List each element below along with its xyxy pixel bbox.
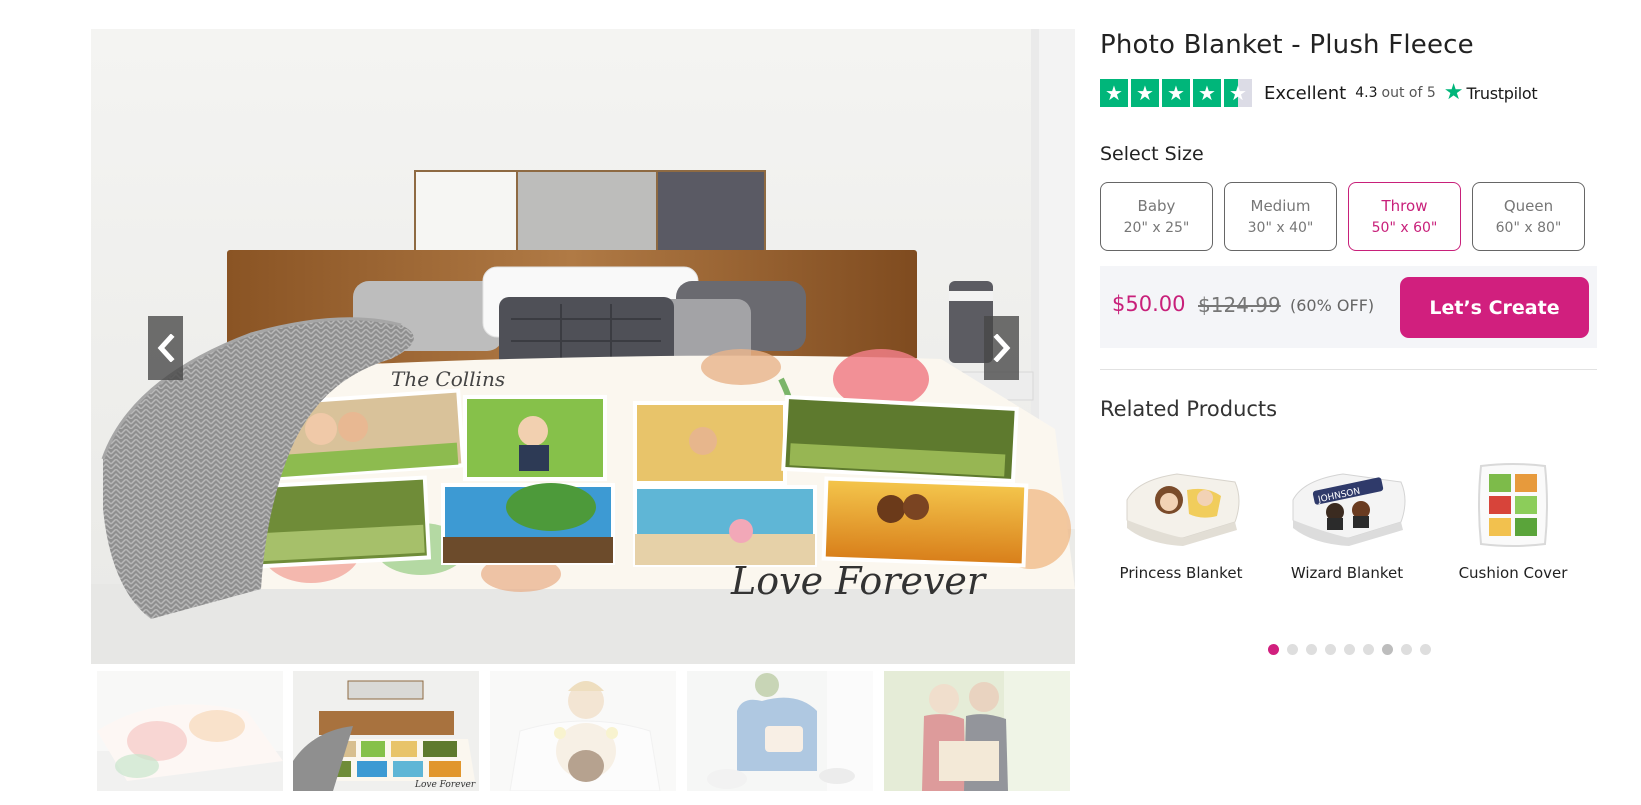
rating-stars: ★ ★ ★ ★ ★ [1100, 79, 1252, 107]
star-icon: ★ [1131, 79, 1159, 107]
rating-label: Excellent [1264, 82, 1347, 104]
sale-price: $50.00 [1112, 292, 1186, 316]
main-caption-top: The Collins [391, 367, 505, 391]
related-product-princess-blanket[interactable]: Princess Blanket [1106, 460, 1256, 582]
pagination-dot[interactable] [1420, 644, 1431, 655]
size-section-label: Select Size [1100, 143, 1204, 165]
related-products-title: Related Products [1100, 397, 1278, 421]
section-divider [1100, 369, 1597, 370]
trustpilot-logo-icon: ★ [1443, 80, 1464, 105]
chevron-right-icon [992, 334, 1010, 362]
trustpilot-brand: Trustpilot [1466, 83, 1538, 103]
pagination-dot[interactable] [1382, 644, 1393, 655]
lets-create-button[interactable]: Let’s Create [1400, 277, 1589, 338]
related-product-name: Princess Blanket [1119, 564, 1243, 582]
star-icon: ★ [1162, 79, 1190, 107]
size-name: Throw [1381, 196, 1428, 215]
related-products-pagination [1268, 644, 1431, 655]
size-dimensions: 60" x 80" [1495, 219, 1562, 236]
main-product-image: The Collins Love Forever [91, 29, 1075, 664]
thumbnail-5[interactable] [884, 671, 1070, 791]
size-dimensions: 30" x 40" [1247, 219, 1314, 236]
size-option-queen[interactable]: Queen 60" x 80" [1472, 182, 1585, 251]
related-product-cushion-cover[interactable]: Cushion Cover [1438, 460, 1588, 582]
thumbnail-strip: Love Forever [97, 671, 1071, 791]
discount-label: (60% OFF) [1290, 296, 1375, 315]
pagination-dot[interactable] [1306, 644, 1317, 655]
thumbnail-4[interactable] [687, 671, 873, 791]
pagination-dot[interactable] [1287, 644, 1298, 655]
size-name: Queen [1503, 196, 1554, 215]
related-product-name: Cushion Cover [1458, 564, 1568, 582]
size-option-throw[interactable]: Throw 50" x 60" [1348, 182, 1461, 251]
star-icon: ★ [1193, 79, 1221, 107]
wizard-blanket-image: JOHNSON [1292, 473, 1406, 546]
pagination-dot[interactable] [1325, 644, 1336, 655]
pagination-dot[interactable] [1268, 644, 1279, 655]
trustpilot-rating[interactable]: ★ ★ ★ ★ ★ Excellent 4.3 out of 5 ★ Trust… [1100, 79, 1538, 107]
thumbnail-3[interactable] [490, 671, 676, 791]
size-name: Medium [1250, 196, 1311, 215]
original-price: $124.99 [1198, 293, 1281, 317]
princess-blanket-image [1126, 473, 1240, 546]
price-box: $50.00 $124.99 (60% OFF) Let’s Create [1100, 266, 1597, 348]
chevron-left-icon [157, 334, 175, 362]
next-image-button[interactable] [984, 316, 1019, 380]
size-dimensions: 50" x 60" [1371, 219, 1438, 236]
pagination-dot[interactable] [1344, 644, 1355, 655]
thumbnail-2[interactable]: Love Forever [293, 671, 479, 791]
half-star-icon: ★ [1224, 79, 1252, 107]
rating-score: 4.3 [1355, 85, 1378, 101]
thumbnail-1[interactable] [97, 671, 283, 791]
previous-image-button[interactable] [148, 316, 183, 380]
size-dimensions: 20" x 25" [1123, 219, 1190, 236]
size-option-medium[interactable]: Medium 30" x 40" [1224, 182, 1337, 251]
pagination-dot[interactable] [1363, 644, 1374, 655]
pagination-dot[interactable] [1401, 644, 1412, 655]
main-caption-bottom: Love Forever [730, 559, 988, 603]
rating-scale: out of 5 [1381, 85, 1436, 101]
star-icon: ★ [1100, 79, 1128, 107]
size-option-baby[interactable]: Baby 20" x 25" [1100, 182, 1213, 251]
related-product-name: Wizard Blanket [1290, 564, 1404, 582]
size-name: Baby [1137, 196, 1176, 215]
product-title: Photo Blanket - Plush Fleece [1100, 30, 1474, 60]
related-product-wizard-blanket[interactable]: JOHNSON Wizard Blanket [1272, 460, 1422, 582]
cushion-cover-image [1478, 463, 1548, 547]
